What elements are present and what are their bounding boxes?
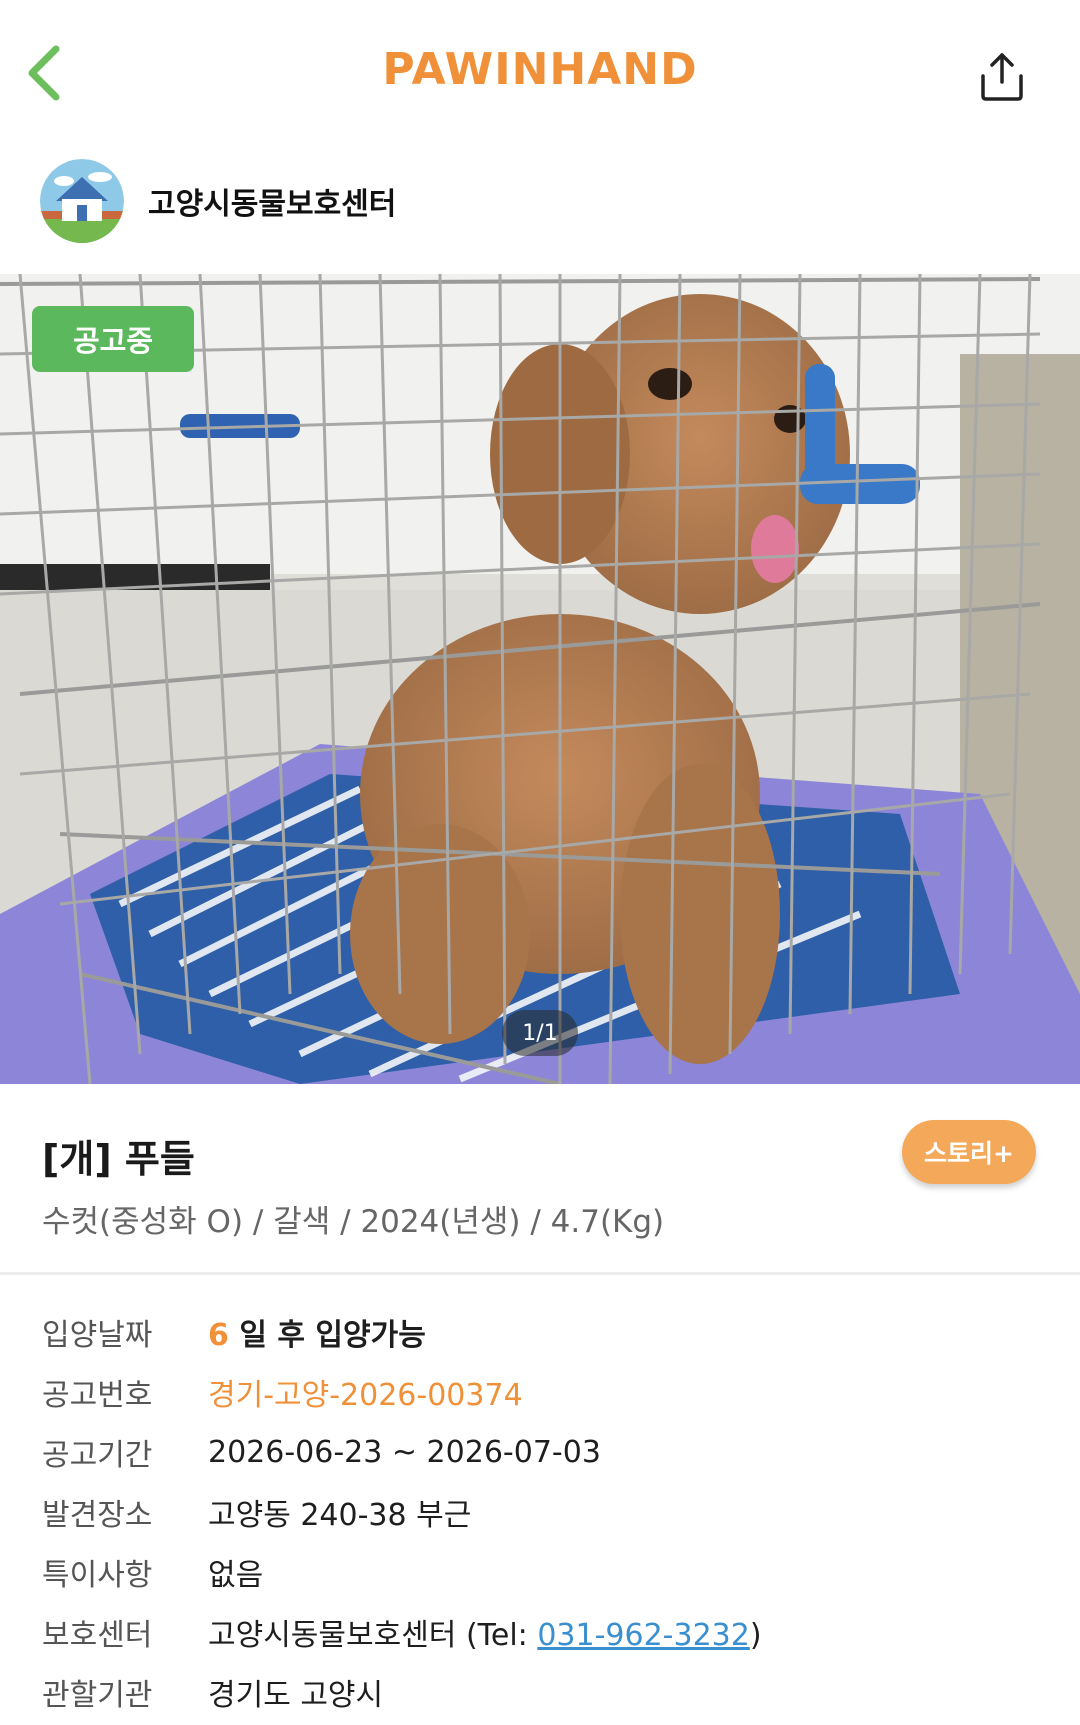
app-header: PAWINHAND [0,0,1080,140]
info-row-special-notes: 특이사항 없음 [42,1542,1042,1602]
share-icon [981,53,1023,101]
info-value: 6 일 후 입양가능 [208,1310,426,1354]
special-notes-value: 없음 [208,1558,264,1593]
found-location-value: 고양동 240-38 부근 [208,1498,472,1533]
info-label: 입양날짜 [42,1318,153,1353]
info-row-notice-number: 공고번호 경기-고양-2026-00374 [42,1362,1042,1422]
animal-title: [개] 푸들 [42,1137,195,1181]
shelter-contact-value: 고양시동물보호센터 (Tel: 031-962-3232) [208,1610,762,1654]
shelter-profile[interactable]: 고양시동물보호센터 [40,158,396,244]
adoption-days-text: 일 후 입양가능 [228,1318,426,1353]
info-row-agency: 관할기관 경기도 고양시 [42,1662,1042,1722]
shelter-phone-link[interactable]: 031-962-3232 [537,1618,750,1653]
story-button[interactable]: 스토리+ [902,1120,1036,1184]
info-label: 공고번호 [42,1378,153,1413]
info-label: 보호센터 [42,1618,153,1653]
house-icon [40,159,124,243]
shelter-name: 고양시동물보호센터 [148,187,397,222]
status-badge: 공고중 [32,306,194,372]
shelter-avatar [40,159,124,243]
share-button[interactable] [970,42,1034,110]
shelter-contact-name: 고양시동물보호센터 [208,1618,457,1653]
section-divider [0,1272,1080,1275]
agency-value: 경기도 고양시 [208,1678,384,1713]
info-row-notice-period: 공고기간 2026-06-23 ~ 2026-07-03 [42,1422,1042,1482]
tel-suffix: ) [749,1618,762,1653]
poodle-in-cage-image [0,274,1080,1084]
adoption-days-count: 6 [208,1318,229,1353]
photo-page-counter: 1/1 [502,1010,578,1056]
animal-photo[interactable] [0,274,1080,1084]
info-row-shelter: 보호센터 고양시동물보호센터 (Tel: 031-962-3232) [42,1602,1042,1662]
notice-number-value: 경기-고양-2026-00374 [208,1378,523,1413]
animal-summary: 수컷(중성화 O) / 갈색 / 2024(년생) / 4.7(Kg) [42,1204,665,1240]
tel-prefix: (Tel: [456,1618,538,1653]
info-label: 발견장소 [42,1498,153,1533]
info-label: 특이사항 [42,1558,153,1593]
info-row-found-location: 발견장소 고양동 240-38 부근 [42,1482,1042,1542]
animal-info-list: 입양날짜 6 일 후 입양가능 공고번호 경기-고양-2026-00374 공고… [42,1302,1042,1722]
info-label: 공고기간 [42,1438,153,1473]
info-row-adoption-date: 입양날짜 6 일 후 입양가능 [42,1302,1042,1362]
info-label: 관할기관 [42,1678,153,1713]
app-logo: PAWINHAND [382,44,698,95]
notice-period-value: 2026-06-23 ~ 2026-07-03 [208,1434,601,1470]
